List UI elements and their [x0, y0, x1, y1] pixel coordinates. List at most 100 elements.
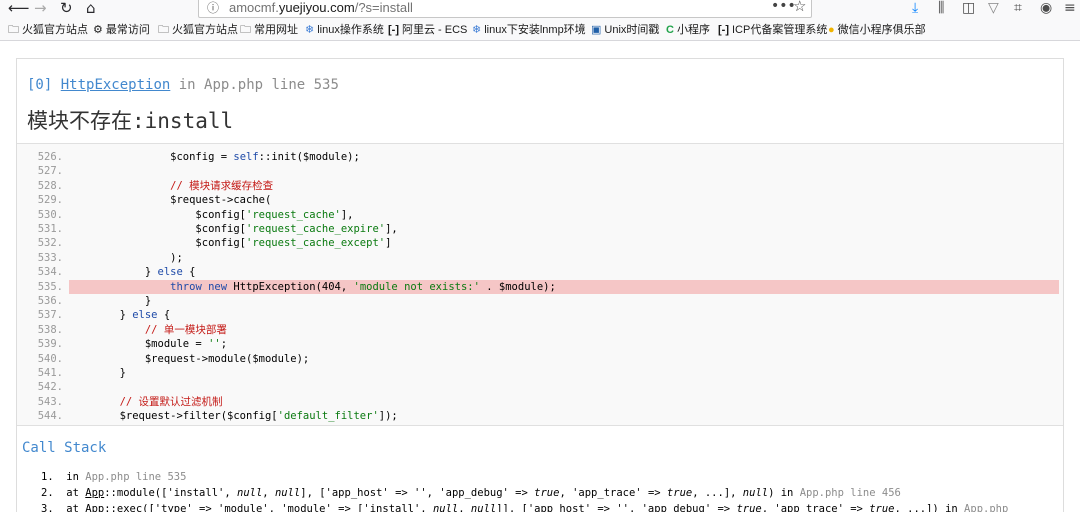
code-text: // 单一模块部署 [144, 323, 227, 336]
line-number: 526. [37, 151, 63, 163]
download-icon[interactable]: ⤓ [912, 0, 918, 18]
code-text: $config['request_cache_except'] [69, 237, 392, 250]
bookmark-item[interactable]: ❄ linux操作系统 [305, 23, 384, 37]
unix-icon: ▣ [591, 24, 602, 36]
code-line: 537. } else { [17, 308, 1063, 322]
exception-header: [0] HttpException in App.php line 535 模块… [17, 59, 1063, 143]
exception-info: [0] HttpException in App.php line 535 [27, 77, 339, 93]
line-number: 537. [37, 309, 63, 322]
line-number: 535. [37, 280, 63, 293]
url-bar[interactable]: ⓘ amocmf.yuejiyou.com/?s=install ••• ☆ [198, 0, 812, 18]
code-text: // 模块请求缓存检查 [170, 179, 274, 192]
line-number: 536. [37, 295, 63, 307]
line-number: 541. [37, 367, 63, 379]
call-stack-item: 1. in App.php line 535 [41, 471, 187, 483]
code-line: 543. // 设置默认过滤机制 [17, 395, 1063, 409]
library-icon[interactable]: ⫼ [938, 0, 944, 18]
line-number: 539. [37, 338, 63, 351]
code-line: 528. // 模块请求缓存检查 [17, 179, 1063, 193]
screenshot-icon[interactable]: ⌗ [1014, 0, 1022, 18]
aliyun-icon: [-] [718, 24, 729, 36]
code-text: $config['request_cache'], [69, 208, 354, 221]
gear-icon: ⚙ [93, 24, 103, 36]
line-number: 529. [37, 194, 63, 207]
code-text: $config = self::init($module); [69, 151, 360, 163]
bookmark-item[interactable]: ▣ Unix时间戳 [591, 23, 659, 37]
call-stack-item: 2. at App::module(['install', null, null… [41, 487, 901, 499]
exception-message: 模块不存在:install [27, 109, 234, 133]
code-line: 538. // 单一模块部署 [17, 323, 1063, 337]
code-text: // 设置默认过滤机制 [119, 395, 223, 408]
reload-icon[interactable]: ↻ [60, 0, 73, 18]
code-line: 541. } [17, 366, 1063, 380]
c-logo-icon: C [666, 24, 674, 36]
line-number: 527. [37, 165, 63, 178]
code-text: $config['request_cache_expire'], [69, 223, 398, 235]
code-text: ); [69, 251, 183, 264]
menu-icon[interactable]: ≡ [1064, 0, 1076, 18]
code-text: } [69, 367, 126, 379]
line-number: 538. [37, 323, 63, 336]
line-number: 542. [37, 381, 63, 394]
bookmark-item[interactable]: 🗀 常用网址 [240, 23, 298, 37]
code-line: 532. $config['request_cache_except'] [17, 236, 1063, 250]
code-text: } [69, 295, 152, 307]
chat-icon[interactable]: ◉ [1040, 0, 1052, 18]
code-line: 526. $config = self::init($module); [17, 150, 1063, 164]
bookmark-star-icon[interactable]: ☆ [793, 0, 806, 15]
pocket-icon[interactable]: ▽ [988, 0, 999, 18]
snowflake-icon: ❄ [305, 24, 315, 36]
code-line: 531. $config['request_cache_expire'], [17, 222, 1063, 236]
back-icon[interactable]: ⟵ [8, 0, 30, 18]
bookmark-item[interactable]: 🗀 火狐官方站点 [158, 23, 238, 37]
folder-icon: 🗀 [8, 24, 19, 36]
wechat-icon: ● [828, 24, 835, 36]
call-stack-title: Call Stack [22, 440, 107, 456]
code-text: } else { [69, 309, 171, 322]
call-stack-item: 3. at App::exec(['type' => 'module', 'mo… [41, 503, 1009, 512]
bookmark-item[interactable]: 🗀 火狐官方站点 [8, 23, 88, 37]
code-line: 540. $request->module($module); [17, 352, 1063, 366]
home-icon[interactable]: ⌂ [86, 0, 96, 18]
exception-panel: [0] HttpException in App.php line 535 模块… [16, 58, 1064, 512]
bookmark-item[interactable]: ❄ linux下安装lnmp环境 [472, 23, 586, 37]
code-text: $request->cache( [69, 194, 272, 207]
code-line: 535. throw new HttpException(404, 'modul… [38, 279, 1059, 294]
line-number: 528. [37, 179, 63, 192]
bookmarks-bar: 🗀 火狐官方站点 ⚙ 最常访问 🗀 火狐官方站点 🗀 常用网址 ❄ linux操作系统 [… [0, 20, 1080, 41]
code-text: $module = ''; [69, 338, 228, 351]
url-text[interactable]: amocmf.yuejiyou.com/?s=install [229, 0, 413, 15]
forward-icon[interactable]: → [34, 0, 47, 18]
info-icon[interactable]: ⓘ [207, 0, 219, 16]
code-line: 527. [17, 164, 1063, 178]
exception-index: [0] [27, 77, 53, 93]
snowflake-icon: ❄ [472, 24, 482, 36]
line-number: 544. [37, 410, 63, 423]
code-text: } else { [69, 266, 196, 279]
code-line: 534. } else { [17, 265, 1063, 279]
line-number: 532. [37, 237, 63, 250]
code-line: 533. ); [17, 251, 1063, 265]
code-line: 544. $request->filter($config['default_f… [17, 409, 1063, 423]
exception-file-line: App.php line 535 [204, 77, 339, 93]
line-number: 533. [37, 251, 63, 264]
folder-icon: 🗀 [158, 24, 169, 36]
bookmark-item[interactable]: C 小程序 [666, 23, 710, 37]
line-number: 543. [37, 395, 63, 408]
code-text: $request->module($module); [69, 352, 310, 365]
line-number: 531. [37, 223, 63, 235]
line-number: 530. [37, 208, 63, 221]
line-number: 540. [37, 352, 63, 365]
code-line: 542. [17, 380, 1063, 394]
code-line: 539. $module = ''; [17, 337, 1063, 351]
sidebar-icon[interactable]: ◫ [962, 0, 975, 18]
aliyun-icon: [-] [388, 24, 399, 36]
bookmark-item[interactable]: [-] 阿里云 - ECS [388, 23, 467, 37]
bookmark-item[interactable]: ⚙ 最常访问 [93, 23, 150, 37]
code-line: 536. } [17, 294, 1063, 308]
bookmark-item[interactable]: [-] ICP代备案管理系统 [718, 23, 827, 37]
source-code: 526. $config = self::init($module); 527. 5… [17, 143, 1063, 426]
exception-class-link[interactable]: HttpException [61, 77, 171, 93]
bookmark-item[interactable]: ● 微信小程序俱乐部 [828, 23, 926, 37]
line-number: 534. [37, 266, 63, 279]
